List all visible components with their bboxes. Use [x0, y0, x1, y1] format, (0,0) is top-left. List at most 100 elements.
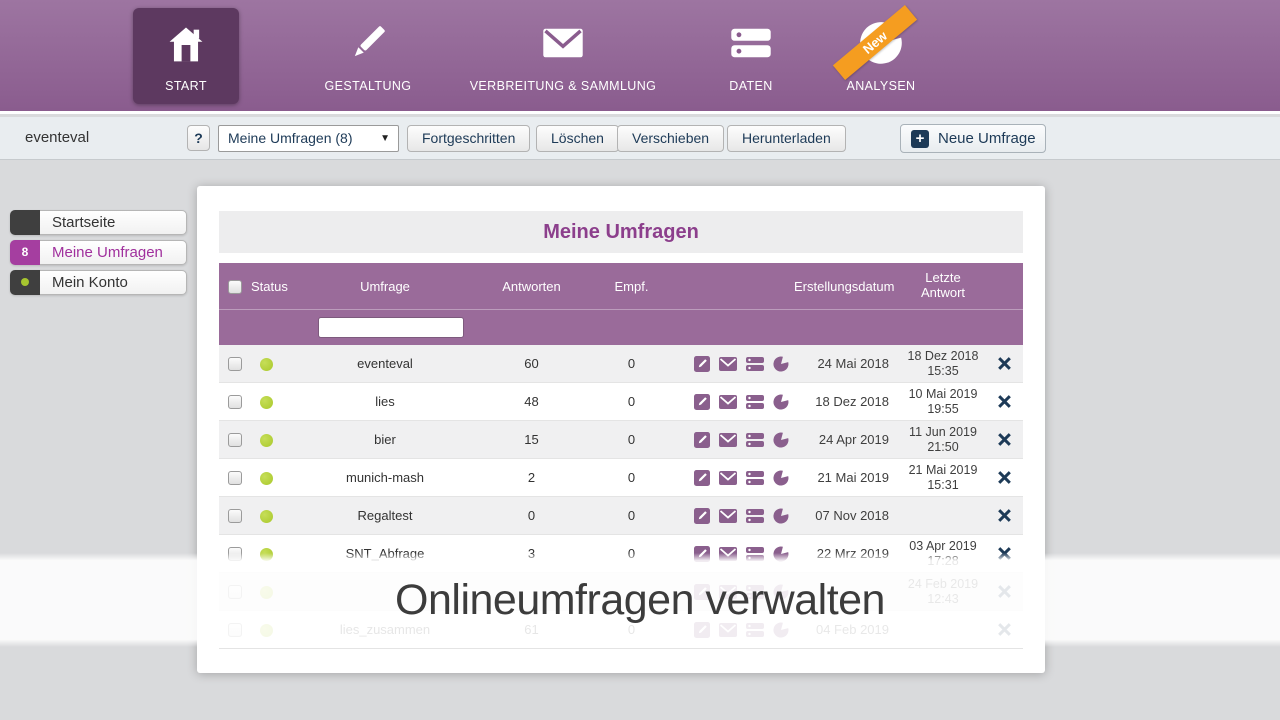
status-dot [259, 434, 273, 448]
delete-icon[interactable] [997, 432, 1023, 447]
loeschen-button[interactable]: Löschen [536, 125, 619, 152]
nav-label-verbreitung: VERBREITUNG & SAMMLUNG [469, 79, 657, 93]
erstellungsdatum: 21 Mai 2019 [817, 470, 889, 485]
startseite-label: Startseite [52, 214, 116, 231]
survey-name[interactable]: eventeval [281, 356, 489, 371]
col-letzte-antwort: Letzte Antwort [920, 270, 966, 300]
delete-icon[interactable] [997, 470, 1023, 485]
sidebar-item-meine-umfragen[interactable]: 8 Meine Umfragen [10, 239, 187, 265]
pie-chart-icon[interactable] [773, 470, 789, 486]
erstellungsdatum: 18 Dez 2018 [815, 394, 889, 409]
letzte-antwort [889, 508, 997, 523]
antworten-count: 60 [524, 356, 539, 371]
fortgeschritten-button[interactable]: Fortgeschritten [407, 125, 531, 152]
pencil-icon [345, 20, 391, 66]
envelope-icon[interactable] [719, 508, 737, 523]
top-nav: START GESTALTUNG VERBREITUNG & SAMMLUNG [0, 0, 1280, 114]
nav-label-gestaltung: GESTALTUNG [324, 79, 412, 93]
chevron-down-icon: ▼ [380, 133, 390, 144]
antworten-count: 15 [524, 432, 539, 447]
neue-umfrage-label: Neue Umfrage [938, 130, 1036, 147]
delete-icon[interactable] [997, 394, 1023, 409]
antworten-count: 2 [527, 470, 536, 485]
col-umfrage: Umfrage [360, 278, 410, 294]
letzte-antwort: 18 Dez 2018 15:35 [907, 348, 979, 378]
edit-icon[interactable] [694, 393, 710, 410]
letzte-antwort: 11 Jun 2019 21:50 [909, 424, 977, 454]
survey-name[interactable]: lies [281, 394, 489, 409]
erstellungsdatum: 24 Apr 2019 [818, 432, 889, 447]
sidebar-item-startseite[interactable]: Startseite [10, 209, 187, 235]
col-status: Status [251, 278, 288, 294]
nav-item-gestaltung[interactable]: GESTALTUNG [288, 8, 448, 104]
empf-count: 0 [627, 432, 636, 447]
status-dot [259, 358, 273, 372]
antworten-count: 48 [524, 394, 539, 409]
pie-chart-icon[interactable] [773, 356, 789, 372]
survey-name[interactable]: Regaltest [281, 508, 489, 523]
nav-item-verbreitung[interactable]: VERBREITUNG & SAMMLUNG [440, 8, 686, 104]
envelope-icon[interactable] [719, 394, 737, 409]
new-badge: New [832, 5, 918, 80]
row-checkbox[interactable] [228, 357, 242, 372]
delete-icon[interactable] [997, 356, 1023, 371]
verschieben-button[interactable]: Verschieben [617, 125, 725, 152]
row-checkbox[interactable] [228, 395, 242, 410]
data-rows-icon[interactable] [746, 470, 764, 485]
envelope-icon[interactable] [719, 470, 737, 485]
toolbar: eventeval ? Meine Umfragen (8) ▼ Fortges… [0, 117, 1280, 160]
herunterladen-button[interactable]: Herunterladen [727, 125, 846, 152]
mein-konto-label: Mein Konto [52, 274, 128, 291]
antworten-count: 0 [527, 508, 536, 523]
data-rows-icon[interactable] [746, 394, 764, 409]
neue-umfrage-button[interactable]: + Neue Umfrage [900, 124, 1046, 153]
home-icon [163, 22, 209, 68]
col-erstellungsdatum: Erstellungsdatum [794, 278, 895, 294]
umfrage-filter-input[interactable] [318, 317, 464, 338]
table-filter-row [219, 309, 1023, 345]
help-button[interactable]: ? [187, 125, 210, 151]
nav-item-start[interactable]: START [133, 8, 239, 104]
col-antworten: Antworten [502, 278, 561, 294]
survey-name[interactable]: bier [281, 432, 489, 447]
edit-icon[interactable] [694, 355, 710, 372]
survey-filter-selected-value: Meine Umfragen (8) [228, 130, 353, 146]
plus-icon: + [911, 129, 929, 148]
row-checkbox[interactable] [228, 433, 242, 448]
pie-chart-icon[interactable] [773, 432, 789, 448]
edit-icon[interactable] [694, 507, 710, 524]
edit-icon[interactable] [694, 469, 710, 486]
table-row: munich-mash 2 0 21 Mai 2019 21 Mai 2019 1… [219, 459, 1023, 497]
erstellungsdatum: 24 Mai 2018 [817, 356, 889, 371]
data-rows-icon [728, 20, 774, 66]
caption-text: Onlineumfragen verwalten [395, 575, 885, 624]
nav-label-analysen: ANALYSEN [846, 79, 916, 93]
green-dot-icon [21, 278, 29, 286]
pie-chart-icon[interactable] [773, 508, 789, 524]
data-rows-icon[interactable] [746, 432, 764, 447]
envelope-icon[interactable] [719, 356, 737, 371]
nav-item-analysen[interactable]: New ANALYSEN [801, 5, 961, 104]
col-empf: Empf. [614, 278, 649, 294]
data-rows-icon[interactable] [746, 508, 764, 523]
pie-chart-icon[interactable] [773, 394, 789, 410]
startseite-key [10, 209, 40, 235]
current-survey-label: eventeval [25, 129, 90, 146]
delete-icon[interactable] [997, 508, 1023, 523]
meine-umfragen-label: Meine Umfragen [52, 244, 163, 261]
nav-label-start: START [165, 79, 207, 93]
row-checkbox[interactable] [228, 509, 242, 524]
status-dot [259, 396, 273, 410]
survey-name[interactable]: munich-mash [281, 470, 489, 485]
edit-icon[interactable] [694, 431, 710, 448]
row-checkbox[interactable] [228, 471, 242, 486]
empf-count: 0 [627, 508, 636, 523]
pie-chart-icon: New [832, 5, 918, 80]
empf-count: 0 [627, 394, 636, 409]
select-all-checkbox[interactable] [228, 279, 242, 294]
status-dot [259, 472, 273, 486]
data-rows-icon[interactable] [746, 356, 764, 371]
envelope-icon[interactable] [719, 432, 737, 447]
survey-filter-select[interactable]: Meine Umfragen (8) ▼ [218, 125, 399, 152]
sidebar-item-mein-konto[interactable]: Mein Konto [10, 269, 187, 295]
